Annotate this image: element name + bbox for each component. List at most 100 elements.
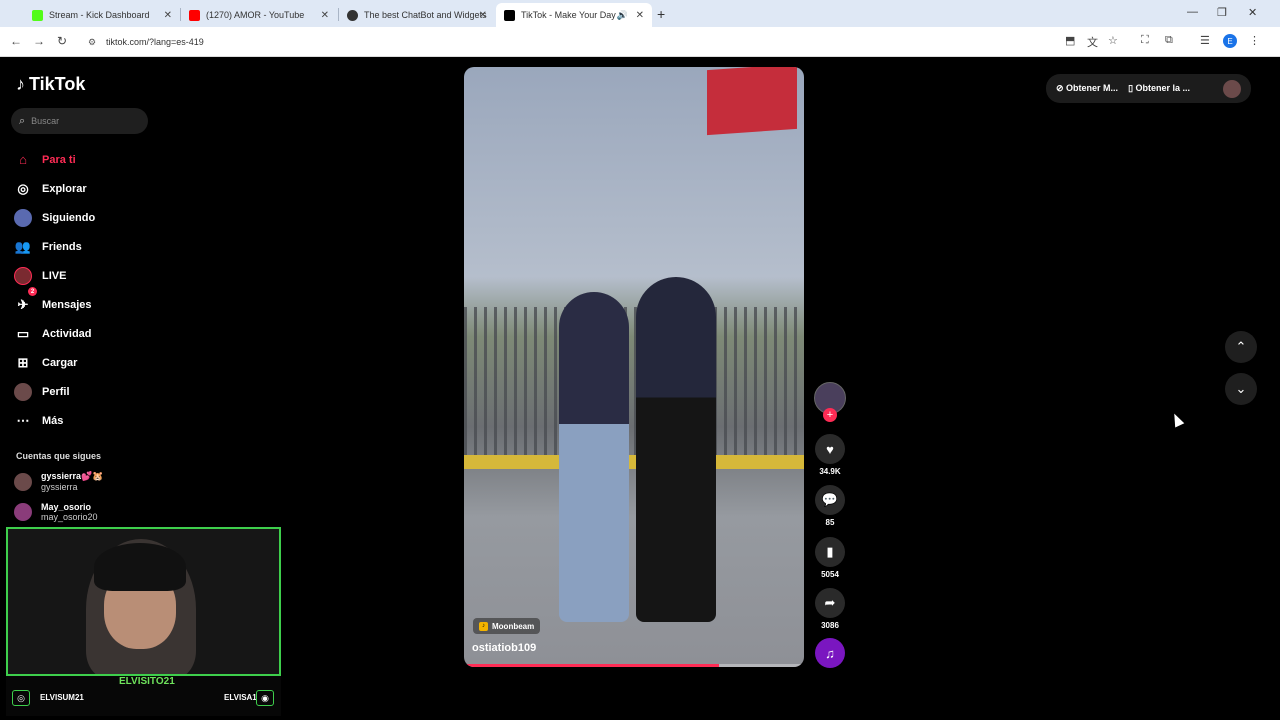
instagram-username: ELVISUM21 (40, 693, 84, 702)
close-icon[interactable]: ✕ (479, 10, 487, 21)
url-text: tiktok.com/?lang=es-419 (106, 37, 204, 47)
video-fence (464, 307, 804, 457)
kick-icon (32, 9, 43, 21)
sidebar-item-label: Perfil (42, 385, 70, 398)
comment-button[interactable]: 💬 85 (814, 485, 846, 527)
tab-title: TikTok - Make Your Day (521, 10, 616, 20)
video-sign (707, 67, 797, 136)
extensions-icon[interactable]: ⧉ (1165, 34, 1173, 47)
install-app-icon[interactable]: ⬒ (1065, 34, 1075, 47)
sidebar-item-actividad[interactable]: ▭ Actividad (14, 319, 154, 348)
sidebar-item-label: Siguiendo (42, 211, 96, 224)
video-progress-fill (464, 664, 719, 667)
sidebar-item-cargar[interactable]: ⊞ Cargar (14, 348, 154, 377)
list-item[interactable]: May_osorio may_osorio20 (14, 502, 98, 522)
sidebar-item-label: Para ti (42, 153, 76, 166)
account-display-name: May_osorio (41, 502, 92, 512)
search-icon: ⌕ (19, 114, 26, 127)
sidebar-item-label: Mensajes (42, 298, 92, 311)
sidebar-item-explorar[interactable]: ◎ Explorar (14, 174, 154, 203)
live-icon (14, 266, 32, 285)
get-desktop-label: Obtener la ... (1135, 83, 1191, 93)
following-accounts-title: Cuentas que sigues (16, 451, 102, 461)
window-close-icon[interactable]: ✕ (1248, 6, 1257, 19)
tab-kick[interactable]: Stream - Kick Dashboard ✕ (24, 3, 180, 27)
save-count: 5054 (821, 570, 839, 579)
previous-video-button[interactable]: ⌃ (1225, 331, 1257, 363)
translate-icon[interactable]: 文 (1087, 34, 1098, 50)
list-item[interactable]: gyssierra💕🐹 gyssierra (14, 471, 103, 492)
tab-tiktok[interactable]: TikTok - Make Your Day 🔊 ✕ (496, 3, 652, 27)
close-icon[interactable]: ✕ (636, 10, 644, 21)
url-field[interactable]: ⚙ tiktok.com/?lang=es-419 (80, 31, 1130, 53)
top-right-bar: ⊘ Obtener M... ▯ Obtener la ... (1046, 74, 1251, 103)
sidebar-item-label: Cargar (42, 356, 78, 369)
share-button[interactable]: ➦ 3086 (814, 588, 846, 630)
save-button[interactable]: ▮ 5054 (814, 537, 846, 579)
video-person-left (559, 292, 629, 622)
tiktok-logo[interactable]: ♪ TikTok (16, 74, 85, 95)
tab-title: The best ChatBot and Widgets (364, 10, 487, 20)
youtube-icon (189, 9, 200, 21)
activity-icon: ▭ (16, 325, 30, 341)
messages-icon: ✈ (17, 296, 29, 312)
next-video-button[interactable]: ⌄ (1225, 373, 1257, 405)
tab-youtube[interactable]: (1270) AMOR - YouTube ✕ (181, 3, 337, 27)
close-icon[interactable]: ✕ (321, 10, 329, 21)
webcam-overlay (6, 527, 281, 676)
upload-icon: ⊞ (17, 354, 29, 370)
video-author[interactable]: ostiatiob109 (472, 642, 536, 654)
restore-icon[interactable]: ❐ (1217, 6, 1227, 19)
share-count: 3086 (821, 621, 839, 630)
account-handle: may_osorio20 (41, 512, 98, 522)
github-icon (347, 9, 358, 21)
sidebar-item-para-ti[interactable]: ⌂ Para ti (14, 145, 154, 174)
reload-icon[interactable]: ↻ (57, 34, 67, 48)
sidebar-item-siguiendo[interactable]: Siguiendo (14, 203, 154, 232)
close-icon[interactable]: ✕ (164, 10, 172, 21)
messages-badge: 2 (28, 287, 37, 296)
discord-icon: ◉ (256, 690, 274, 706)
music-tag[interactable]: ♪ Moonbeam (473, 618, 541, 634)
minimize-icon[interactable]: — (1187, 6, 1198, 18)
tab-chatbot[interactable]: The best ChatBot and Widgets ✕ (339, 3, 495, 27)
following-avatar-icon (14, 208, 32, 227)
search-input[interactable]: ⌕ Buscar (11, 108, 148, 134)
speaker-icon[interactable]: 🔊 (617, 10, 628, 21)
video-curb (464, 455, 804, 469)
back-icon[interactable]: ← (10, 34, 22, 48)
tab-title: (1270) AMOR - YouTube (206, 10, 305, 20)
sidebar-item-label: LIVE (42, 269, 67, 282)
friends-icon: 👥 (14, 238, 32, 254)
sidebar-item-label: Más (42, 414, 64, 427)
site-info-icon[interactable]: ⚙ (88, 37, 98, 47)
get-desktop-button[interactable]: ▯ Obtener la ... (1128, 83, 1190, 94)
video-person-right (636, 277, 716, 622)
profile-initial: E (1227, 36, 1233, 46)
tab-title: Stream - Kick Dashboard (49, 10, 150, 20)
get-app-button[interactable]: ⊘ Obtener M... (1056, 83, 1118, 94)
sidebar-item-mensajes[interactable]: ✈ 2 Mensajes (14, 287, 154, 319)
video-progress-bar[interactable] (464, 664, 804, 667)
mouse-cursor (1169, 411, 1185, 428)
music-disc-icon[interactable]: ♫ (815, 638, 845, 668)
forward-icon[interactable]: → (33, 34, 45, 48)
profile-avatar[interactable]: E (1223, 34, 1237, 48)
new-tab-button[interactable]: + (657, 6, 665, 22)
address-bar: ← → ↻ ⚙ tiktok.com/?lang=es-419 ⬒ 文 ☆ ⛶ … (0, 27, 1280, 57)
logo-text: TikTok (29, 74, 86, 94)
user-avatar[interactable] (1223, 79, 1241, 98)
bookmark-icon: ▮ (815, 537, 845, 567)
like-button[interactable]: ♥ 34.9K (814, 434, 846, 476)
sidebar-item-mas[interactable]: ⋯ Más (14, 406, 154, 435)
video-player[interactable]: ♪ Moonbeam ostiatiob109 (464, 67, 804, 667)
screenshot-icon[interactable]: ⛶ (1141, 34, 1149, 47)
avatar (14, 503, 32, 521)
sidebar-item-friends[interactable]: 👥 Friends (14, 232, 154, 261)
reading-list-icon[interactable]: ☰ (1200, 34, 1210, 47)
menu-icon[interactable]: ⋮ (1249, 34, 1260, 47)
sidebar-item-live[interactable]: LIVE (14, 261, 154, 290)
sidebar-item-perfil[interactable]: Perfil (14, 377, 154, 406)
follow-plus-icon[interactable]: + (823, 408, 837, 422)
bookmark-star-icon[interactable]: ☆ (1108, 34, 1118, 47)
